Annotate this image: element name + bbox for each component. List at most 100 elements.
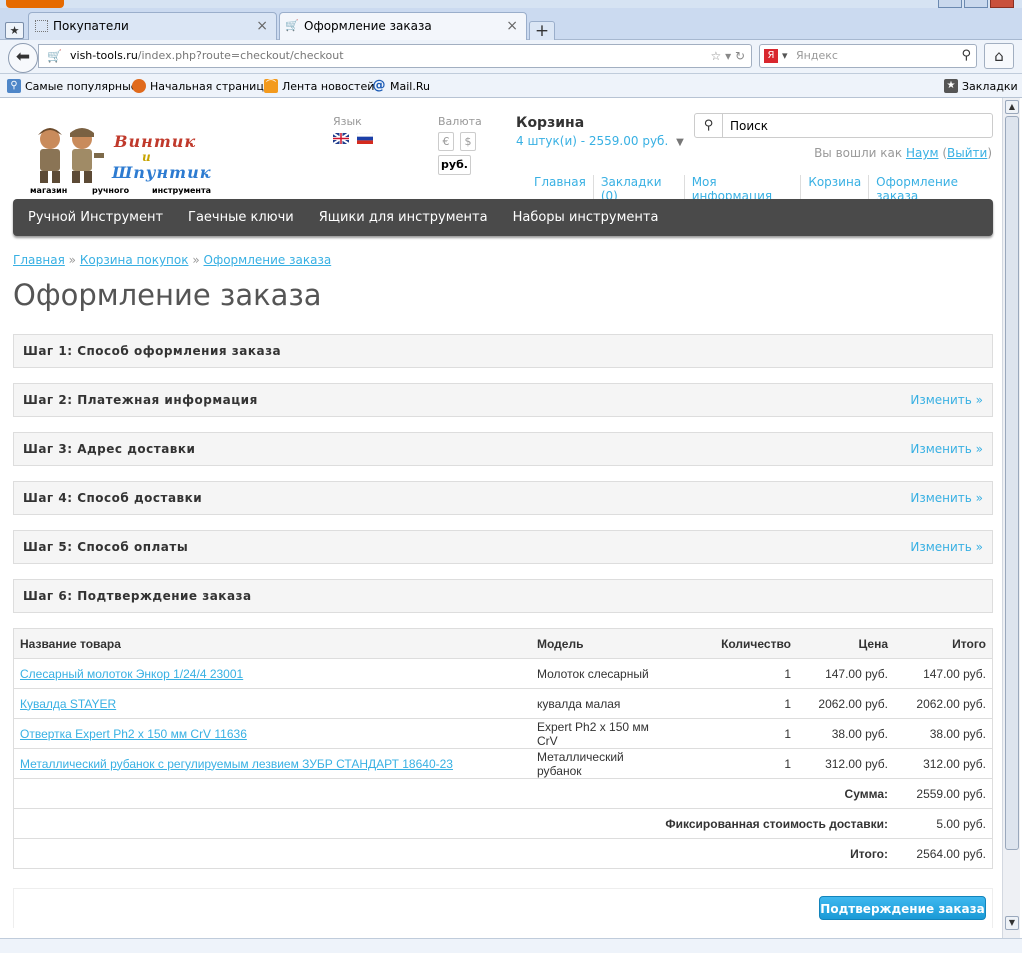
product-link[interactable]: Кувалда STAYER — [20, 697, 116, 711]
bookmark-most-visited[interactable]: ⚲ Самые популярные — [7, 79, 138, 93]
table-row: Слесарный молоток Энкор 1/24/4 23001 Мол… — [13, 658, 993, 689]
search-engine-dropdown-icon[interactable]: ▾ — [782, 45, 788, 67]
product-model: Expert Ph2 x 150 мм CrV — [530, 718, 678, 749]
close-window-button[interactable] — [990, 0, 1014, 8]
bookmark-label: Начальная страница — [150, 79, 271, 93]
bookmark-news-feed[interactable]: ⌒ Лента новостей — [264, 79, 374, 93]
breadcrumb-cart[interactable]: Корзина покупок — [80, 253, 189, 267]
welcome-prefix: Вы вошли как — [814, 146, 903, 160]
product-link[interactable]: Слесарный молоток Энкор 1/24/4 23001 — [20, 667, 243, 681]
logo-caption-2: ручного — [92, 186, 130, 195]
col-product: Название товара — [13, 628, 530, 659]
bookmark-start-page[interactable]: Начальная страница — [132, 79, 271, 93]
logo-caption-1: магазин — [30, 186, 68, 195]
step-edit-link[interactable]: Изменить » — [910, 393, 983, 407]
window-titlebar — [0, 0, 1022, 8]
subtotal-label: Сумма: — [13, 778, 895, 809]
home-button[interactable]: ⌂ — [984, 43, 1014, 69]
checkout-step-6[interactable]: Шаг 6: Подтверждение заказа — [13, 579, 993, 613]
flag-ru-icon[interactable] — [357, 133, 373, 144]
product-price: 312.00 руб. — [798, 748, 895, 779]
scroll-up-icon[interactable]: ▲ — [1005, 100, 1019, 114]
checkout-step-1[interactable]: Шаг 1: Способ оформления заказа — [13, 334, 993, 368]
tab-checkout[interactable]: 🛒 Оформление заказа × — [279, 12, 527, 41]
magnifier-icon[interactable]: ⚲ — [961, 45, 971, 67]
tab-close-icon[interactable]: × — [506, 13, 518, 39]
history-dropdown-icon[interactable]: ▾ — [725, 49, 731, 63]
total-label: Итого: — [13, 838, 895, 869]
language-label: Язык — [333, 115, 362, 128]
minimize-button[interactable] — [938, 0, 962, 8]
scroll-down-icon[interactable]: ▼ — [1005, 916, 1019, 930]
page-title: Оформление заказа — [13, 278, 322, 312]
site-search[interactable]: ⚲ Поиск — [694, 113, 993, 138]
breadcrumb-home[interactable]: Главная — [13, 253, 65, 267]
product-link[interactable]: Отвертка Expert Ph2 x 150 мм CrV 11636 — [20, 727, 247, 741]
step-edit-link[interactable]: Изменить » — [910, 442, 983, 456]
bookmarks-menu-button[interactable]: ★ Закладки — [944, 79, 1018, 93]
welcome-text: Вы вошли как Наум (Выйти) — [814, 146, 992, 160]
page-icon — [35, 20, 48, 32]
logout-link[interactable]: Выйти — [947, 146, 987, 160]
checkout-step-4[interactable]: Шаг 4: Способ доставки Изменить » — [13, 481, 993, 515]
step-edit-link[interactable]: Изменить » — [910, 491, 983, 505]
yandex-icon[interactable]: Я — [764, 49, 778, 63]
order-table: Название товара Модель Количество Цена И… — [13, 628, 993, 869]
step-title: Шаг 4: Способ доставки — [23, 491, 203, 505]
breadcrumb-checkout[interactable]: Оформление заказа — [204, 253, 332, 267]
address-bar[interactable]: 🛒 vish-tools.ru/index.php?route=checkout… — [38, 44, 752, 68]
scrollbar-thumb[interactable] — [1005, 116, 1019, 850]
col-model: Модель — [530, 628, 678, 659]
step-edit-link[interactable]: Изменить » — [910, 540, 983, 554]
firefox-menu-button[interactable] — [6, 0, 64, 8]
flag-uk-icon[interactable] — [333, 133, 349, 144]
bookmark-mailru[interactable]: @ Mail.Ru — [372, 79, 430, 93]
menu-item-tool-boxes[interactable]: Ящики для инструмента — [319, 210, 488, 225]
bookmarks-menu-label: Закладки — [962, 79, 1018, 93]
logo-caption-3: инструмента — [152, 186, 211, 195]
currency-label: Валюта — [438, 115, 482, 128]
reload-icon[interactable]: ↻ — [735, 49, 745, 63]
back-button[interactable]: ⬅ — [8, 43, 38, 73]
tab-label: Покупатели — [53, 19, 129, 33]
list-all-tabs-icon[interactable]: ★ — [5, 22, 24, 39]
menu-item-tool-sets[interactable]: Наборы инструмента — [513, 210, 659, 225]
logo-word-shpuntik: Шпунтик — [112, 163, 212, 182]
total-value: 2564.00 руб. — [895, 838, 993, 869]
menu-item-wrenches[interactable]: Гаечные ключи — [188, 210, 294, 225]
product-link[interactable]: Металлический рубанок с регулируемым лез… — [20, 757, 453, 771]
maximize-button[interactable] — [964, 0, 988, 8]
confirm-order-button[interactable]: Подтверждение заказа — [819, 896, 986, 920]
step-title: Шаг 2: Платежная информация — [23, 393, 258, 407]
tab-close-icon[interactable]: × — [256, 13, 268, 39]
tab-customers[interactable]: Покупатели × — [28, 12, 277, 40]
mini-cart[interactable]: Корзина 4 штук(и) - 2559.00 руб. ▼ — [516, 115, 684, 148]
table-header-row: Название товара Модель Количество Цена И… — [13, 628, 993, 659]
bookmarks-star-icon: ★ — [944, 79, 958, 93]
menu-item-hand-tools[interactable]: Ручной Инструмент — [28, 210, 163, 225]
product-qty: 1 — [678, 748, 798, 779]
site-identity-icon[interactable]: 🛒 — [47, 45, 62, 67]
checkout-step-5[interactable]: Шаг 5: Способ оплаты Изменить » — [13, 530, 993, 564]
vertical-scrollbar[interactable]: ▲ ▼ — [1002, 98, 1020, 938]
product-qty: 1 — [678, 688, 798, 719]
status-bar — [0, 938, 1022, 953]
step-title: Шаг 5: Способ оплаты — [23, 540, 189, 554]
bookmark-star-icon[interactable]: ☆ — [710, 49, 721, 63]
currency-rub-button[interactable]: руб. — [438, 155, 471, 175]
currency-euro-button[interactable]: € — [438, 132, 454, 151]
search-icon[interactable]: ⚲ — [695, 114, 723, 137]
checkout-step-2[interactable]: Шаг 2: Платежная информация Изменить » — [13, 383, 993, 417]
store-logo[interactable]: Винтик и Шпунтик магазин ручного инструм… — [26, 120, 216, 200]
web-search-placeholder: Яндекс — [796, 49, 838, 62]
search-input[interactable]: Поиск — [730, 119, 768, 133]
checkout-step-3[interactable]: Шаг 3: Адрес доставки Изменить » — [13, 432, 993, 466]
cart-summary[interactable]: 4 штук(и) - 2559.00 руб. ▼ — [516, 134, 684, 148]
web-search-input[interactable]: Я ▾ Яндекс ⚲ — [759, 44, 977, 68]
currency-usd-button[interactable]: $ — [460, 132, 476, 151]
cart-dropdown-icon[interactable]: ▼ — [676, 137, 684, 148]
account-link[interactable]: Наум — [906, 146, 939, 160]
shipping-value: 5.00 руб. — [895, 808, 993, 839]
product-model: кувалда малая — [530, 688, 678, 719]
product-qty: 1 — [678, 718, 798, 749]
